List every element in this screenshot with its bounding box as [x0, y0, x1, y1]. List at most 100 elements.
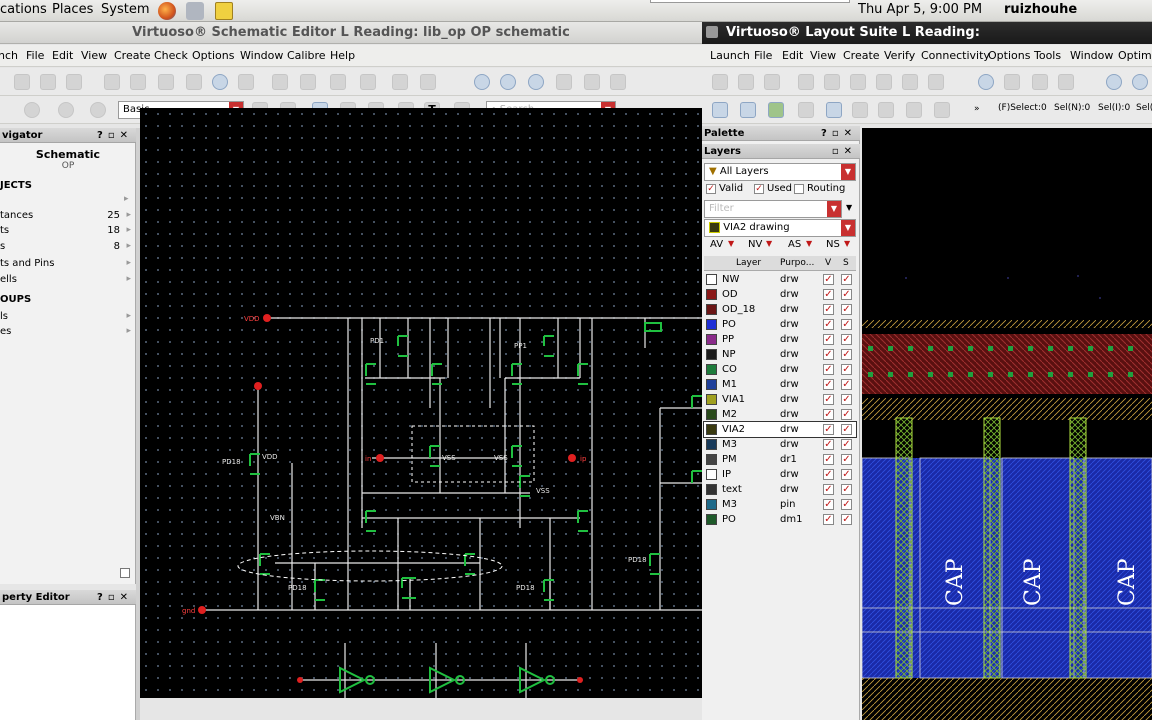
- path-icon[interactable]: [1032, 74, 1048, 90]
- menu-create[interactable]: Create: [843, 49, 880, 62]
- copy-icon[interactable]: [764, 74, 780, 90]
- nav-row-pins[interactable]: s 8 ▸: [0, 239, 134, 254]
- selectable-checkbox[interactable]: ✓: [841, 304, 852, 315]
- menu-check[interactable]: Check: [154, 49, 188, 62]
- ns-button[interactable]: NS: [826, 239, 840, 250]
- via-icon[interactable]: [1058, 74, 1074, 90]
- visible-checkbox[interactable]: ✓: [823, 319, 834, 330]
- stop-icon[interactable]: [90, 102, 106, 118]
- notes-icon[interactable]: [215, 2, 233, 20]
- nav-row-instances[interactable]: tances 25 ▸: [0, 208, 134, 223]
- menu-file[interactable]: File: [26, 49, 44, 62]
- selectable-checkbox[interactable]: ✓: [841, 469, 852, 480]
- menu-view[interactable]: View: [810, 49, 836, 62]
- selectable-checkbox[interactable]: ✓: [841, 409, 852, 420]
- overflow-icon[interactable]: »: [974, 104, 980, 114]
- polygon-icon[interactable]: [906, 102, 922, 118]
- visible-checkbox[interactable]: ✓: [823, 484, 834, 495]
- zoom-fit-icon[interactable]: [474, 74, 490, 90]
- visible-checkbox[interactable]: ✓: [823, 499, 834, 510]
- net-icon[interactable]: [420, 74, 436, 90]
- save-icon[interactable]: [40, 74, 56, 90]
- selectable-checkbox[interactable]: ✓: [841, 499, 852, 510]
- cut-icon[interactable]: [902, 74, 918, 90]
- firefox-icon[interactable]: [158, 2, 176, 20]
- layout-canvas[interactable]: CAP CAP CAP: [862, 128, 1152, 720]
- menu-view[interactable]: View: [81, 49, 107, 62]
- user-name[interactable]: ruizhouhe: [1004, 2, 1077, 17]
- shape-icon[interactable]: [852, 102, 868, 118]
- layer-row[interactable]: text drw ✓ ✓: [704, 482, 856, 497]
- visible-checkbox[interactable]: ✓: [823, 274, 834, 285]
- visible-checkbox[interactable]: ✓: [823, 454, 834, 465]
- selectable-checkbox[interactable]: ✓: [841, 364, 852, 375]
- layer-row[interactable]: M1 drw ✓ ✓: [704, 377, 856, 392]
- menu-options[interactable]: Options: [988, 49, 1030, 62]
- valid-checkbox[interactable]: ✓: [706, 184, 716, 194]
- rect-icon[interactable]: [878, 102, 894, 118]
- forward-icon[interactable]: [58, 102, 74, 118]
- menu-file[interactable]: File: [754, 49, 772, 62]
- move-icon[interactable]: [104, 74, 120, 90]
- inspect-icon[interactable]: [826, 102, 842, 118]
- selectable-checkbox[interactable]: ✓: [841, 514, 852, 525]
- highlight-icon[interactable]: [740, 102, 756, 118]
- menu-help[interactable]: Help: [330, 49, 355, 62]
- selectable-checkbox[interactable]: ✓: [841, 394, 852, 405]
- text-tool-icon[interactable]: [238, 74, 254, 90]
- panel-buttons[interactable]: ?▫✕: [821, 126, 857, 141]
- stretch-icon[interactable]: [130, 74, 146, 90]
- layer-row[interactable]: IP drw ✓ ✓: [704, 467, 856, 482]
- info-icon[interactable]: [978, 74, 994, 90]
- current-layer-combo[interactable]: VIA2 drawing ▼: [704, 219, 856, 237]
- label-icon[interactable]: [330, 74, 346, 90]
- move-icon[interactable]: [798, 74, 814, 90]
- delete-icon[interactable]: [186, 74, 202, 90]
- chevron-down-icon[interactable]: ▼: [728, 239, 734, 248]
- col-layer[interactable]: Layer: [736, 256, 761, 271]
- zoom-out-icon[interactable]: [528, 74, 544, 90]
- zoom-in-icon[interactable]: [1132, 74, 1148, 90]
- expand-arrow-icon[interactable]: ▸: [124, 194, 129, 204]
- panel-buttons[interactable]: ?▫✕: [97, 128, 133, 143]
- chevron-down-icon[interactable]: ▼: [766, 239, 772, 248]
- layer-row[interactable]: M3 drw ✓ ✓: [704, 437, 856, 452]
- panel-buttons[interactable]: ?▫✕: [97, 590, 133, 605]
- network-icon[interactable]: [186, 2, 204, 20]
- av-button[interactable]: AV: [710, 239, 723, 250]
- visible-checkbox[interactable]: ✓: [823, 334, 834, 345]
- layer-row[interactable]: OD drw ✓ ✓: [704, 287, 856, 302]
- menu-verify[interactable]: Verify: [884, 49, 915, 62]
- layer-filter-field[interactable]: Filter ▼: [704, 200, 842, 218]
- ruler-icon[interactable]: [1004, 74, 1020, 90]
- wire-icon[interactable]: [798, 102, 814, 118]
- nav-row-nets-and-pins[interactable]: ts and Pins ▸: [0, 256, 134, 271]
- selectable-checkbox[interactable]: ✓: [841, 424, 852, 435]
- visible-checkbox[interactable]: ✓: [823, 514, 834, 525]
- layer-row[interactable]: OD_18 drw ✓ ✓: [704, 302, 856, 317]
- col-purpose[interactable]: Purpo...: [780, 256, 814, 271]
- window-list-tab[interactable]: [650, 0, 850, 3]
- menu-window[interactable]: Window: [240, 49, 283, 62]
- nav-row-group-2[interactable]: es ▸: [0, 324, 134, 339]
- undo-icon[interactable]: [158, 74, 174, 90]
- check-save-icon[interactable]: [556, 74, 572, 90]
- menu-optimize[interactable]: Optimiz: [1118, 49, 1152, 62]
- layer-row[interactable]: M3 pin ✓ ✓: [704, 497, 856, 512]
- visible-checkbox[interactable]: ✓: [823, 409, 834, 420]
- clock[interactable]: Thu Apr 5, 9:00 PM: [858, 2, 982, 17]
- visible-checkbox[interactable]: ✓: [823, 289, 834, 300]
- chevron-down-icon[interactable]: ▼: [806, 239, 812, 248]
- selectable-checkbox[interactable]: ✓: [841, 379, 852, 390]
- nv-button[interactable]: NV: [748, 239, 762, 250]
- selectable-checkbox[interactable]: ✓: [841, 349, 852, 360]
- label-icon[interactable]: [934, 102, 950, 118]
- redo-icon[interactable]: [876, 74, 892, 90]
- selectable-checkbox[interactable]: ✓: [841, 289, 852, 300]
- zoom-in-icon[interactable]: [500, 74, 516, 90]
- resize-icon[interactable]: [120, 568, 130, 578]
- chevron-down-icon[interactable]: ▼: [844, 239, 850, 248]
- selectable-checkbox[interactable]: ✓: [841, 484, 852, 495]
- layer-row[interactable]: M2 drw ✓ ✓: [704, 407, 856, 422]
- menu-options[interactable]: Options: [192, 49, 234, 62]
